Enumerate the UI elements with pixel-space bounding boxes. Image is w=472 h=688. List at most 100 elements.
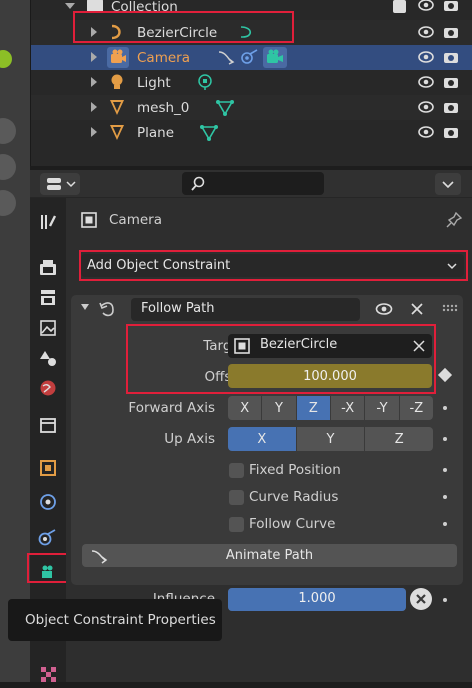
- outliner-row-light[interactable]: Light: [31, 70, 472, 95]
- mesh-data-icon[interactable]: [199, 124, 219, 142]
- clear-target-icon[interactable]: [413, 340, 425, 352]
- animate-dot[interactable]: [443, 522, 447, 526]
- output-icon: [41, 290, 55, 305]
- 3d-viewport-edge[interactable]: [0, 0, 30, 682]
- forward-axis-y[interactable]: Y: [262, 396, 296, 420]
- render-camera-icon[interactable]: [443, 25, 459, 39]
- mesh-object-icon: [109, 99, 125, 116]
- collapse-triangle-icon[interactable]: [81, 304, 89, 310]
- hand-pan-icon[interactable]: [0, 154, 16, 180]
- expand-triangle-icon[interactable]: [91, 77, 97, 87]
- forward-axis-neg-y[interactable]: -Y: [365, 396, 399, 420]
- physics-icon: [40, 494, 56, 510]
- search-icon: [190, 176, 206, 192]
- render-camera-icon[interactable]: [443, 125, 459, 139]
- animate-path-button[interactable]: Animate Path: [82, 544, 457, 567]
- animate-dot[interactable]: [443, 598, 447, 602]
- tab-scene[interactable]: [34, 344, 62, 372]
- options-dropdown[interactable]: [435, 173, 461, 195]
- add-constraint-button[interactable]: Add Object Constraint: [81, 254, 464, 277]
- pin-icon[interactable]: [446, 212, 462, 228]
- tab-view-layer[interactable]: [34, 314, 62, 342]
- tab-object-data[interactable]: [34, 558, 62, 586]
- chevron-down-icon: [442, 181, 454, 189]
- camera-view-icon[interactable]: [0, 190, 16, 216]
- render-camera-icon[interactable]: [443, 75, 459, 89]
- target-field[interactable]: BezierCircle: [228, 334, 432, 358]
- camera-data-icon[interactable]: [263, 47, 287, 68]
- animate-dot[interactable]: [443, 495, 447, 499]
- tab-collection[interactable]: [34, 411, 62, 439]
- properties-header: [30, 170, 472, 198]
- expand-triangle-icon[interactable]: [91, 127, 97, 137]
- eye-icon[interactable]: [418, 100, 434, 114]
- up-axis-label: Up Axis: [164, 431, 215, 447]
- constraint-icon[interactable]: [240, 49, 260, 65]
- eye-icon[interactable]: [418, 75, 434, 89]
- checkbox-icon[interactable]: [393, 0, 406, 13]
- influence-value: 1.000: [298, 591, 336, 606]
- eye-icon[interactable]: [418, 50, 434, 64]
- axis-y-gizmo[interactable]: [0, 50, 12, 68]
- animate-dot[interactable]: [443, 406, 447, 410]
- zoom-icon[interactable]: [0, 118, 16, 144]
- expand-triangle-icon[interactable]: [91, 52, 97, 62]
- forward-axis-z[interactable]: Z: [296, 396, 330, 420]
- texture-icon: [41, 667, 56, 682]
- eye-icon[interactable]: [418, 0, 434, 12]
- render-camera-icon[interactable]: [443, 0, 459, 12]
- curve-data-icon[interactable]: [238, 24, 256, 40]
- render-camera-icon[interactable]: [443, 50, 459, 64]
- outliner-row-mesh-0[interactable]: mesh_0: [31, 95, 472, 120]
- light-object-icon: [110, 73, 124, 91]
- expand-triangle-icon[interactable]: [91, 27, 97, 37]
- search-input[interactable]: [182, 172, 324, 195]
- close-icon[interactable]: [410, 302, 424, 316]
- drag-handle-icon[interactable]: [442, 304, 458, 314]
- forward-axis-neg-z[interactable]: -Z: [399, 396, 433, 420]
- offset-field[interactable]: 100.000: [228, 364, 432, 388]
- path-constraint-icon[interactable]: [217, 49, 235, 65]
- tab-world[interactable]: [34, 374, 62, 402]
- outliner-label: Light: [137, 75, 171, 91]
- offset-value: 100.000: [303, 368, 357, 384]
- outliner-label: Camera: [137, 50, 190, 66]
- tab-texture[interactable]: [34, 660, 62, 688]
- editor-type-dropdown[interactable]: [40, 173, 80, 195]
- eye-icon[interactable]: [418, 125, 434, 139]
- tab-render[interactable]: [34, 254, 62, 282]
- tab-output[interactable]: [34, 284, 62, 312]
- outliner-row-camera[interactable]: Camera: [31, 45, 472, 70]
- outliner-row-beziercircle[interactable]: BezierCircle: [31, 20, 472, 45]
- disable-keep-transform-icon[interactable]: [410, 588, 432, 610]
- animate-dot[interactable]: [443, 468, 447, 472]
- outliner-label: Collection: [111, 0, 178, 15]
- tab-object[interactable]: [34, 454, 62, 482]
- expand-triangle-icon[interactable]: [91, 102, 97, 112]
- outliner-row-collection[interactable]: Collection: [31, 0, 472, 19]
- tab-tool[interactable]: [34, 208, 62, 236]
- tab-physics[interactable]: [34, 488, 62, 516]
- collapse-triangle-icon[interactable]: [65, 3, 75, 9]
- constraint-name-field[interactable]: Follow Path: [131, 298, 360, 321]
- mesh-data-icon[interactable]: [215, 99, 235, 117]
- up-axis-x[interactable]: X: [228, 427, 296, 451]
- fixed-position-checkbox[interactable]: [229, 463, 244, 478]
- outliner-row-plane[interactable]: Plane: [31, 120, 472, 145]
- image-icon: [40, 320, 56, 336]
- forward-axis-neg-x[interactable]: -X: [330, 396, 365, 420]
- light-data-icon[interactable]: [197, 74, 213, 91]
- curve-radius-checkbox[interactable]: [229, 490, 244, 505]
- up-axis-z[interactable]: Z: [365, 427, 434, 451]
- render-camera-icon[interactable]: [443, 100, 459, 114]
- constraint-name: Follow Path: [141, 301, 215, 316]
- camera-object-icon: [107, 47, 129, 68]
- eye-icon[interactable]: [418, 25, 434, 39]
- tab-object-constraint[interactable]: [34, 523, 62, 551]
- follow-curve-checkbox[interactable]: [229, 517, 244, 532]
- animate-dot[interactable]: [443, 437, 447, 441]
- forward-axis-x[interactable]: X: [228, 396, 262, 420]
- up-axis-y[interactable]: Y: [296, 427, 365, 451]
- influence-slider[interactable]: 1.000: [228, 588, 406, 611]
- eye-icon[interactable]: [375, 302, 393, 316]
